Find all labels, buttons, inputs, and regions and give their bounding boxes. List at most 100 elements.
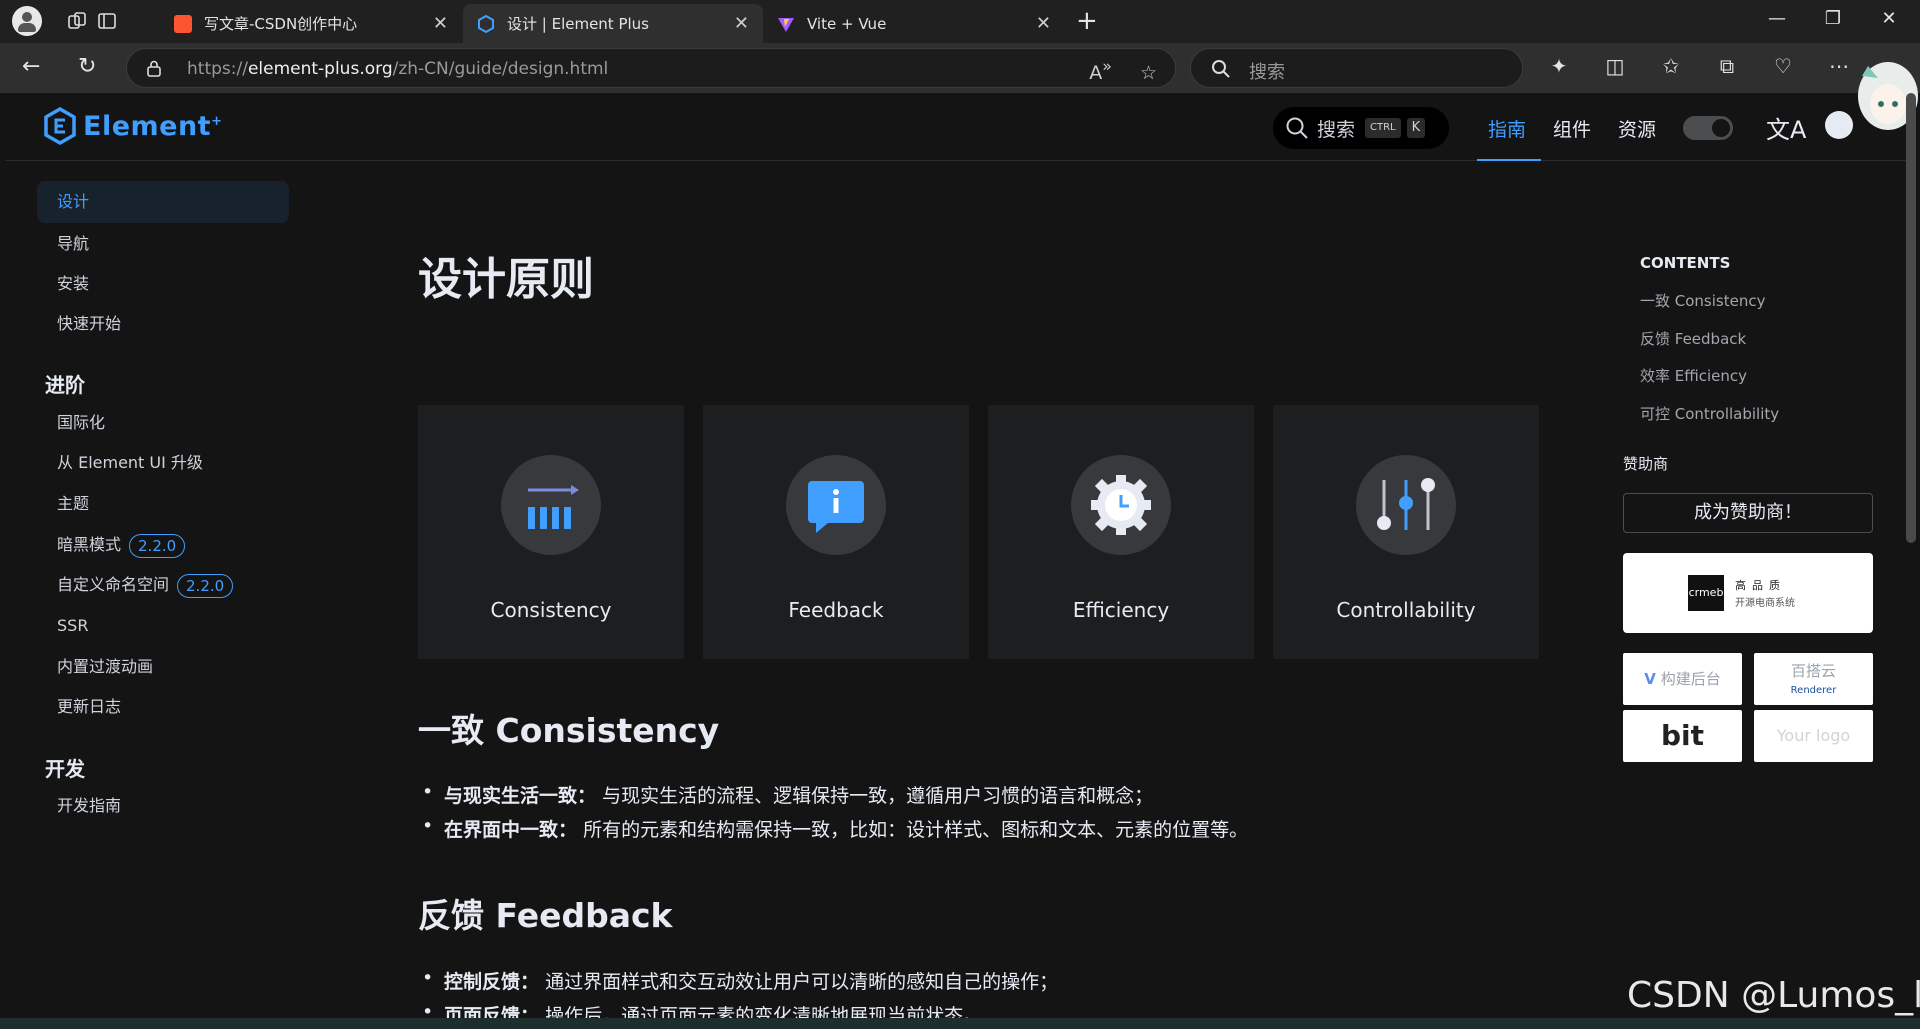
- tab-csdn[interactable]: 写文章-CSDN创作中心 ✕: [160, 4, 462, 43]
- back-icon[interactable]: ←: [22, 54, 40, 79]
- sponsor-bit[interactable]: bit: [1623, 710, 1742, 762]
- search-label: 搜索: [1317, 118, 1356, 141]
- site-header: Element+ 搜索 CTRL K 指南 组件 资源 文A: [5, 93, 1915, 161]
- nav-active-underline: [1477, 159, 1541, 161]
- new-tab-button[interactable]: +: [1076, 6, 1098, 36]
- profile-icon[interactable]: [12, 6, 42, 36]
- list-item: 与现实生活一致： 与现实生活的流程、逻辑保持一致，遵循用户习惯的语言和概念；: [422, 781, 1153, 808]
- favorites-icon[interactable]: ✩: [1658, 54, 1684, 80]
- url-text: https://element-plus.org/zh-CN/guide/des…: [187, 59, 609, 79]
- sponsor-slogan: 高品质: [1735, 579, 1786, 592]
- sidebar-item-transitions[interactable]: 内置过渡动画: [37, 646, 289, 688]
- close-tab-icon[interactable]: ✕: [734, 13, 749, 34]
- split-screen-icon[interactable]: ◫: [1602, 54, 1628, 80]
- search-icon: [1286, 117, 1308, 139]
- heading-feedback: 反馈 Feedback: [418, 896, 673, 935]
- refresh-icon[interactable]: ↻: [78, 54, 96, 79]
- read-aloud-icon[interactable]: A»: [1089, 57, 1112, 84]
- extensions-icon[interactable]: ✦: [1546, 54, 1572, 80]
- tab-vite[interactable]: Vite + Vue ✕: [763, 4, 1065, 43]
- card-label: Feedback: [788, 598, 884, 622]
- tab-element-plus[interactable]: 设计 | Element Plus ✕: [463, 4, 763, 43]
- close-tab-icon[interactable]: ✕: [1036, 13, 1051, 34]
- workspaces-icon[interactable]: [66, 10, 88, 32]
- sidebar-item-label: 暗黑模式: [57, 535, 122, 554]
- favorite-star-icon[interactable]: ☆: [1140, 62, 1157, 84]
- sidebar-item-dev-guide[interactable]: 开发指南: [37, 785, 289, 827]
- tab-actions-icon[interactable]: [96, 10, 118, 32]
- browser-address-bar: ← ↻ https://element-plus.org/zh-CN/guide…: [0, 43, 1920, 93]
- card-label: Consistency: [490, 598, 612, 622]
- tab-title: 设计 | Element Plus: [507, 15, 649, 33]
- nav-guide[interactable]: 指南: [1488, 115, 1526, 142]
- sponsor-vbuild[interactable]: V 构建后台: [1623, 653, 1742, 705]
- sidebar-item-theme[interactable]: 主题: [37, 483, 289, 525]
- efficiency-icon: [1071, 455, 1171, 555]
- sidebar-item-design[interactable]: 设计: [37, 181, 289, 223]
- collections-icon[interactable]: ⧉: [1714, 54, 1740, 80]
- sponsor-title: 赞助商: [1623, 455, 1669, 473]
- doc-search-button[interactable]: 搜索 CTRL K: [1273, 107, 1449, 149]
- lock-icon: [147, 60, 161, 77]
- url-actions: A» ☆: [1089, 57, 1157, 84]
- restore-button[interactable]: ❐: [1818, 8, 1848, 29]
- crmeb-logo: crmeb: [1688, 575, 1724, 611]
- sidebar-item-upgrade[interactable]: 从 Element UI 升级: [37, 442, 289, 484]
- become-sponsor-button[interactable]: 成为赞助商！: [1623, 493, 1873, 533]
- card-consistency: Consistency: [418, 405, 684, 659]
- toc-link-efficiency[interactable]: 效率 Efficiency: [1640, 365, 1747, 386]
- sponsor-crmeb[interactable]: crmeb 高品质 开源电商系统: [1623, 553, 1873, 633]
- csdn-icon: [174, 14, 192, 33]
- toc-link-consistency[interactable]: 一致 Consistency: [1640, 290, 1765, 311]
- sidebar-group-dev: 开发: [45, 757, 85, 781]
- element-plus-icon: [478, 14, 494, 33]
- sidebar-item-nav[interactable]: 导航: [37, 223, 289, 265]
- kbd-ctrl: CTRL: [1365, 118, 1401, 138]
- sidebar-item-ssr[interactable]: SSR: [37, 605, 289, 647]
- close-window-button[interactable]: ✕: [1874, 8, 1904, 29]
- sidebar-item-dark-mode[interactable]: 暗黑模式 2.2.0: [37, 524, 289, 566]
- search-placeholder: 搜索: [1249, 62, 1285, 83]
- nav-resource[interactable]: 资源: [1618, 115, 1656, 142]
- dark-mode-switch[interactable]: [1683, 116, 1733, 140]
- card-efficiency: Efficiency: [988, 405, 1254, 659]
- list-item: 在界面中一致： 所有的元素和结构需保持一致，比如：设计样式、图标和文本、元素的位…: [422, 815, 1248, 842]
- card-controllability: Controllability: [1273, 405, 1539, 659]
- sidebar-item-label: 自定义命名空间: [57, 575, 170, 594]
- sponsor-label: Renderer: [1790, 685, 1837, 696]
- toc-title: CONTENTS: [1640, 254, 1731, 272]
- card-feedback: Feedback: [703, 405, 969, 659]
- card-label: Controllability: [1336, 598, 1476, 622]
- toc-link-controllability[interactable]: 可控 Controllability: [1640, 403, 1779, 424]
- sidebar-item-quickstart[interactable]: 快速开始: [37, 303, 289, 345]
- card-label: Efficiency: [1072, 598, 1170, 622]
- url-field[interactable]: https://element-plus.org/zh-CN/guide/des…: [126, 48, 1176, 88]
- sponsor-your-logo[interactable]: Your logo: [1754, 710, 1873, 762]
- logo-text: Element+: [83, 110, 223, 142]
- minimize-button[interactable]: —: [1762, 8, 1792, 29]
- close-tab-icon[interactable]: ✕: [433, 13, 448, 34]
- translate-icon[interactable]: 文A: [1766, 110, 1806, 145]
- element-plus-logo[interactable]: Element+: [43, 107, 223, 145]
- nav-component[interactable]: 组件: [1553, 115, 1591, 142]
- v-logo-icon: V: [1644, 670, 1656, 688]
- moon-icon: [1712, 119, 1730, 137]
- version-badge: 2.2.0: [129, 533, 186, 558]
- sidebar-item-namespace[interactable]: 自定义命名空间 2.2.0: [37, 564, 289, 606]
- tab-title: Vite + Vue: [807, 14, 887, 33]
- sidebar-item-changelog[interactable]: 更新日志: [37, 686, 289, 728]
- element-plus-site: Element+ 搜索 CTRL K 指南 组件 资源 文A 设计 导航 安装 …: [5, 93, 1915, 1029]
- browser-search-field[interactable]: 搜索: [1190, 48, 1523, 88]
- sponsor-baidayun[interactable]: 百搭云 Renderer: [1754, 653, 1873, 705]
- browser-essentials-icon[interactable]: ♡: [1770, 54, 1796, 80]
- page-scrollbar[interactable]: [1906, 93, 1916, 543]
- kbd-k: K: [1406, 118, 1426, 138]
- sidebar-item-i18n[interactable]: 国际化: [37, 402, 289, 444]
- toc-link-feedback[interactable]: 反馈 Feedback: [1640, 328, 1746, 349]
- heading-consistency: 一致 Consistency: [418, 711, 720, 750]
- tab-title: 写文章-CSDN创作中心: [204, 15, 358, 33]
- controllability-icon: [1356, 455, 1456, 555]
- list-item: 控制反馈： 通过界面样式和交互动效让用户可以清晰的感知自己的操作；: [422, 967, 1058, 994]
- sidebar-item-install[interactable]: 安装: [37, 263, 289, 305]
- search-icon: [1212, 60, 1230, 78]
